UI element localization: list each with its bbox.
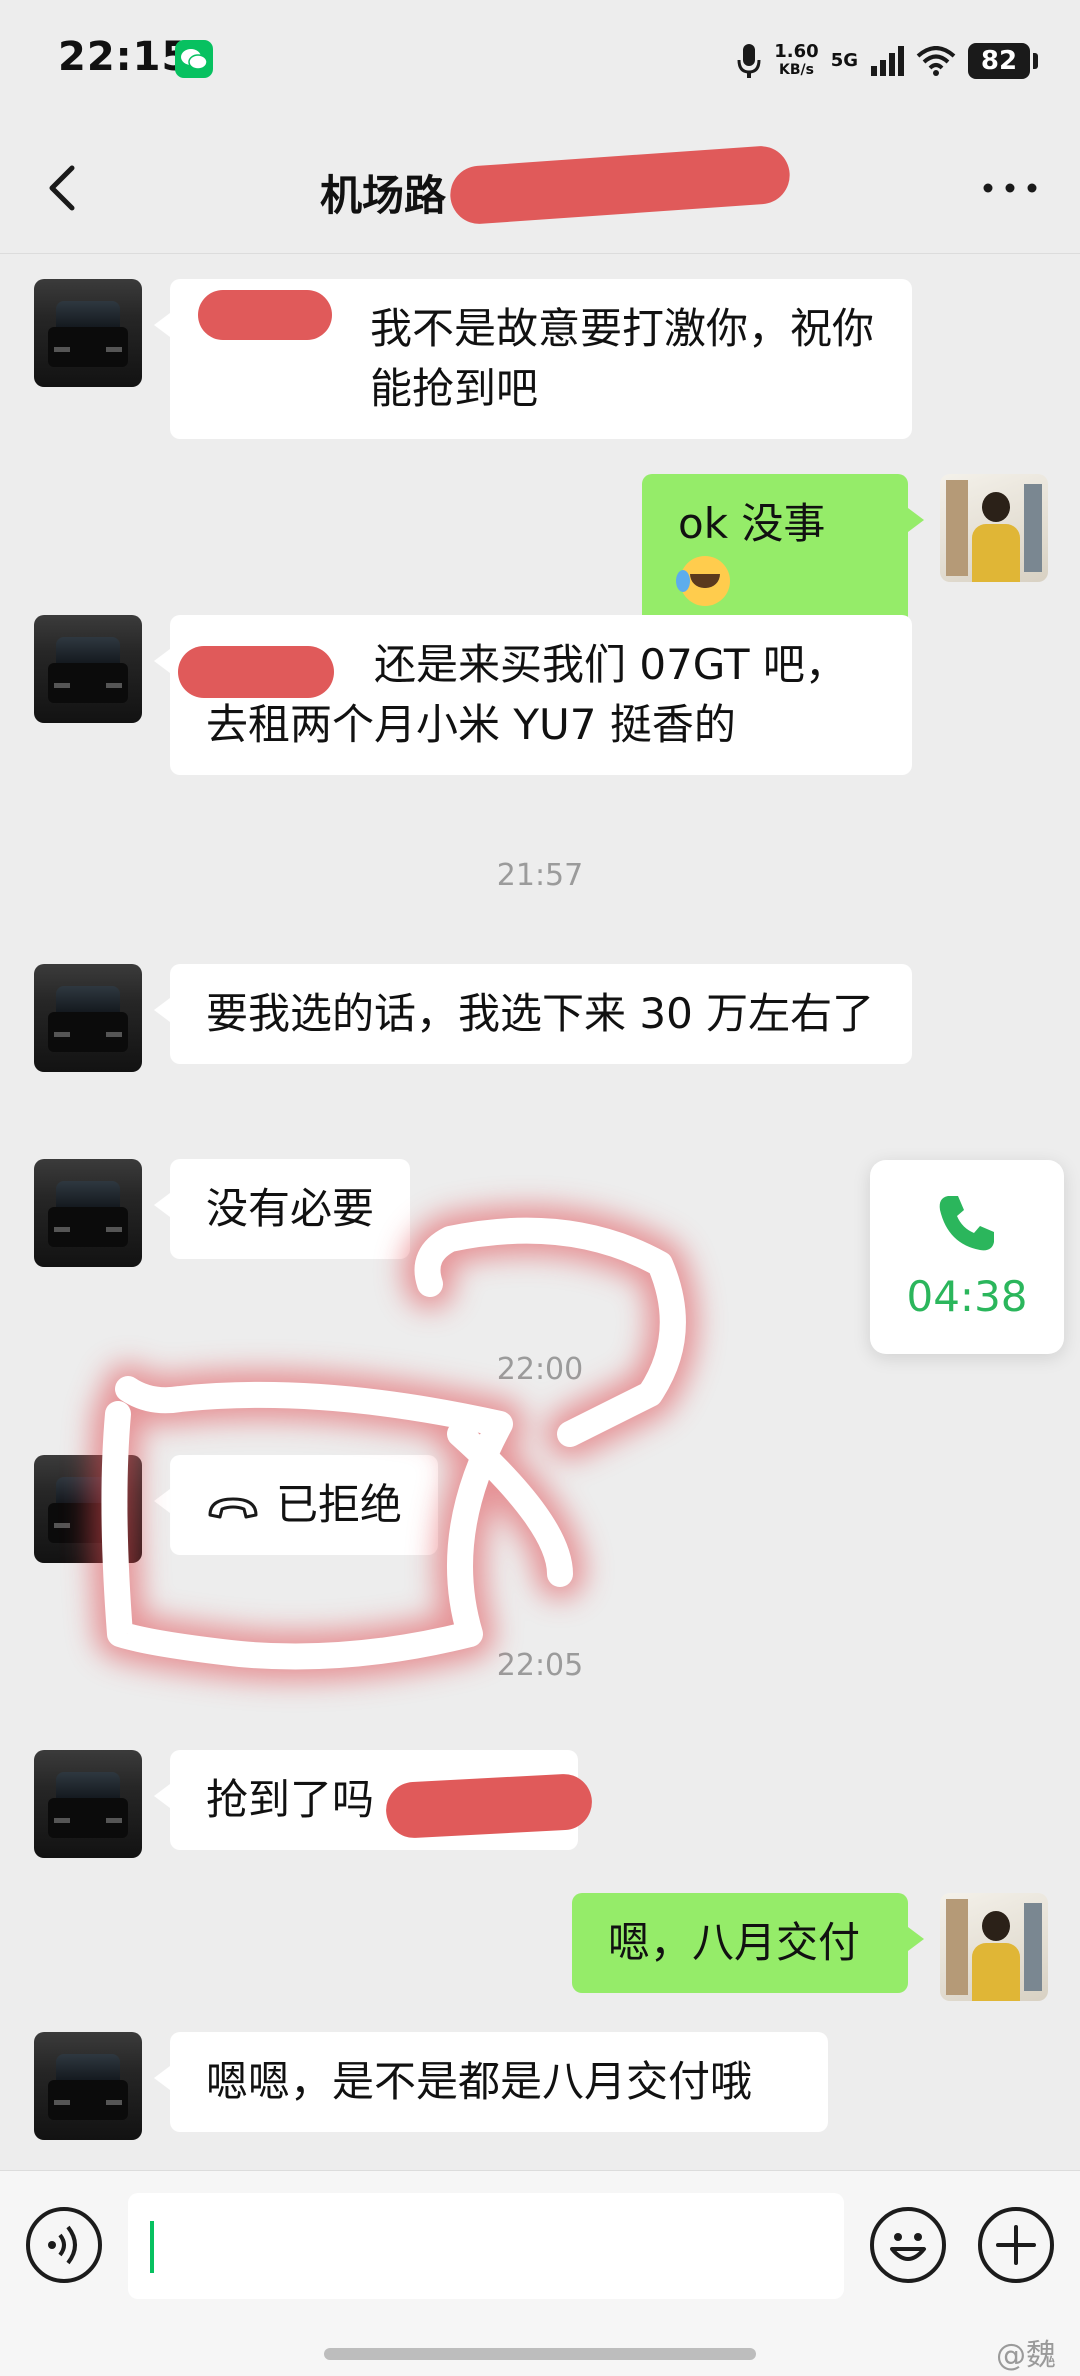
chat-header: 机场路 <box>0 120 1080 254</box>
timestamp: 22:05 <box>496 1648 584 1683</box>
phone-icon <box>939 1196 994 1251</box>
message-bubble[interactable]: 要我选的话，我选下来 30 万左右了 <box>154 964 912 1064</box>
redaction-mark <box>198 290 332 340</box>
microphone-icon <box>737 44 761 78</box>
more-dots-icon[interactable] <box>978 168 1042 208</box>
emoji-icon[interactable] <box>870 2207 946 2283</box>
message-text: ok 没事 <box>678 499 826 548</box>
call-record-bubble[interactable]: 已拒绝 <box>153 1455 439 1555</box>
my-avatar[interactable] <box>940 474 1048 582</box>
net-speed-unit: KB/s <box>778 62 814 78</box>
message-bubble[interactable]: 嗯，八月交付 <box>572 1893 924 1993</box>
redaction-mark <box>448 144 792 226</box>
battery-icon: 82 <box>968 43 1038 79</box>
watermark: @魏 <box>996 2338 1056 2373</box>
message-text: 要我选的话，我选下来 30 万左右了 <box>206 989 875 1038</box>
call-duration: 04:38 <box>906 1272 1028 1321</box>
wifi-icon <box>916 46 956 76</box>
redaction-mark <box>384 1772 594 1840</box>
network-type: 5G <box>830 50 858 71</box>
input-bar <box>0 2170 1080 2376</box>
voice-icon[interactable] <box>26 2207 102 2283</box>
message-text: 抢到了吗 <box>206 1775 375 1824</box>
call-float-window[interactable]: 04:38 <box>870 1160 1064 1354</box>
message-bubble[interactable]: 没有必要 <box>153 1159 411 1259</box>
wechat-icon <box>175 40 213 78</box>
message-bubble[interactable]: ok 没事 <box>642 474 924 634</box>
crying-laughing-emoji <box>676 556 730 606</box>
contact-avatar[interactable] <box>34 2032 142 2140</box>
timestamp: 22:00 <box>496 1352 584 1387</box>
contact-avatar[interactable] <box>34 279 142 387</box>
message-list[interactable]: 我不是故意要打激你，祝你能抢到吧 ok 没事 还是来买我们 07GT 吧，去租两… <box>0 254 1080 2170</box>
contact-avatar[interactable] <box>34 1750 142 1858</box>
message-input[interactable] <box>128 2193 844 2299</box>
home-indicator[interactable] <box>324 2348 756 2360</box>
message-text: 没有必要 <box>206 1184 375 1233</box>
my-avatar[interactable] <box>940 1893 1048 2001</box>
message-text: 嗯，八月交付 <box>608 1918 861 1967</box>
message-bubble[interactable]: 嗯嗯，是不是都是八月交付哦 <box>154 2032 828 2132</box>
net-speed: 1.60 KB/s <box>774 43 818 79</box>
text-caret <box>150 2221 154 2273</box>
chat-title: 机场路 <box>320 171 447 220</box>
net-speed-value: 1.60 <box>774 41 819 62</box>
redaction-mark <box>178 646 334 698</box>
contact-avatar[interactable] <box>34 615 142 723</box>
call-status-text: 已拒绝 <box>276 1480 403 1529</box>
contact-avatar[interactable] <box>34 1455 142 1563</box>
call-rejected-icon <box>208 1497 258 1518</box>
chevron-left-icon[interactable] <box>36 160 92 216</box>
message-text: 我不是故意要打激你，祝你能抢到吧 <box>370 304 875 413</box>
status-icons: 1.60 KB/s 5G 82 <box>736 36 1038 86</box>
signal-icon <box>871 46 904 76</box>
message-text: 嗯嗯，是不是都是八月交付哦 <box>206 2057 753 2106</box>
plus-icon[interactable] <box>978 2207 1054 2283</box>
contact-avatar[interactable] <box>34 964 142 1072</box>
timestamp: 21:57 <box>496 858 584 893</box>
status-bar: 22:15 1.60 KB/s 5G 82 <box>0 0 1080 120</box>
contact-avatar[interactable] <box>34 1159 142 1267</box>
status-time: 22:15 <box>58 34 191 80</box>
